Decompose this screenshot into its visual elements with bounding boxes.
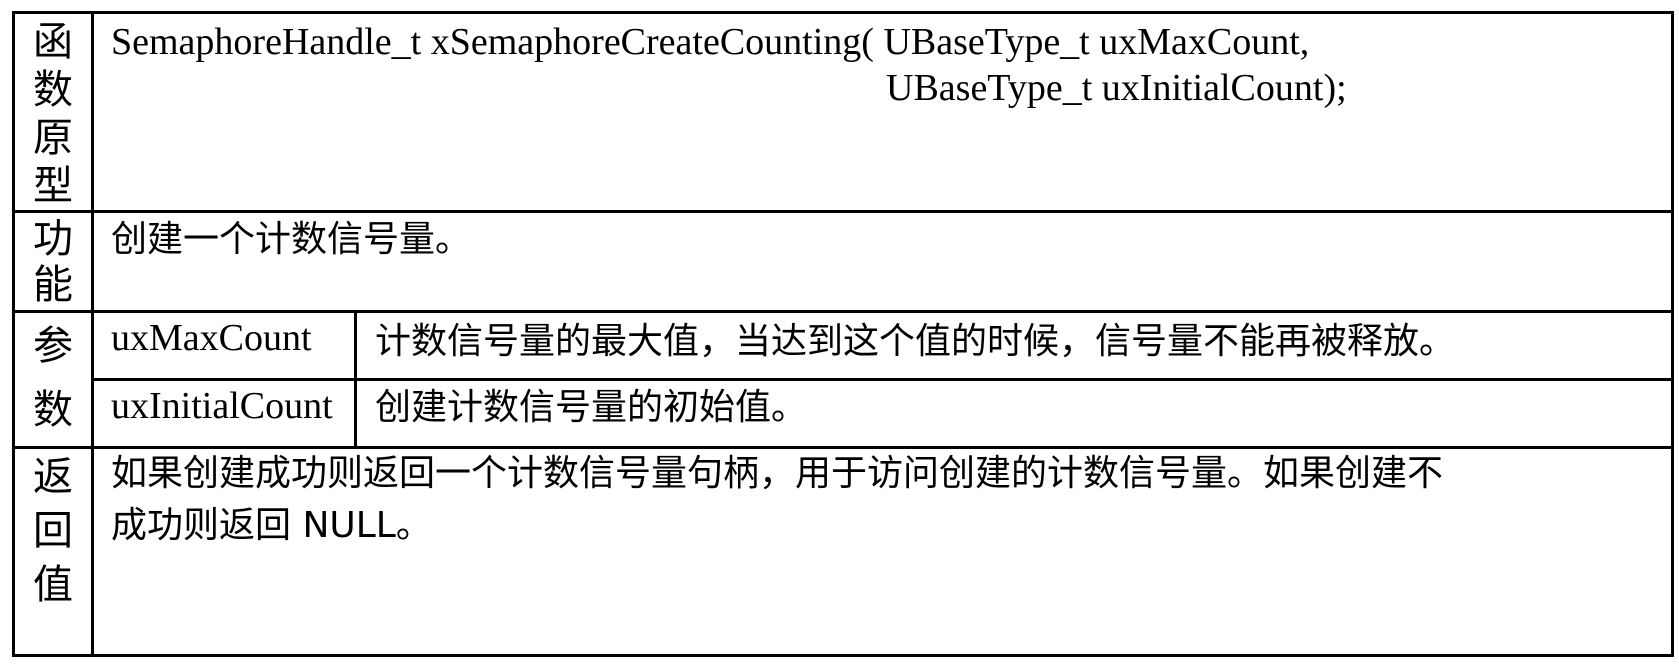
param-desc-initial-count: 创建计数信号量的初始值。: [375, 387, 808, 428]
prototype-label: 函数原型: [15, 18, 91, 210]
prototype-label-text: 函数原型: [33, 19, 73, 209]
param-name-max-count: uxMaxCount: [111, 317, 312, 359]
return-label: 返回值: [15, 450, 91, 612]
label-column-divider: [91, 14, 94, 654]
return-line-1: 如果创建成功则返回一个计数信号量句柄，用于访问创建的计数信号量。如果创建不: [111, 453, 1444, 494]
param-name-initial-count: uxInitialCount: [111, 385, 333, 427]
prototype-line-2: UBaseType_t uxInitialCount);: [886, 67, 1347, 109]
function-label: 功能: [15, 216, 91, 308]
prototype-line-1: SemaphoreHandle_t xSemaphoreCreateCounti…: [111, 21, 1310, 63]
return-line-2: 成功则返回 NULL。: [111, 505, 432, 546]
function-description: 创建一个计数信号量。: [111, 219, 472, 260]
param-row-divider: [94, 378, 1671, 381]
row-divider-1: [15, 210, 1671, 213]
params-label-text: 参数: [33, 323, 73, 433]
params-label: 参数: [15, 314, 91, 442]
row-divider-2: [15, 310, 1671, 313]
function-label-text: 功能: [33, 216, 73, 308]
function-reference-table: 函数原型 SemaphoreHandle_t xSemaphoreCreateC…: [12, 11, 1674, 657]
param-desc-max-count: 计数信号量的最大值，当达到这个值的时候，信号量不能再被释放。: [375, 321, 1456, 362]
return-label-text: 返回值: [33, 454, 73, 608]
